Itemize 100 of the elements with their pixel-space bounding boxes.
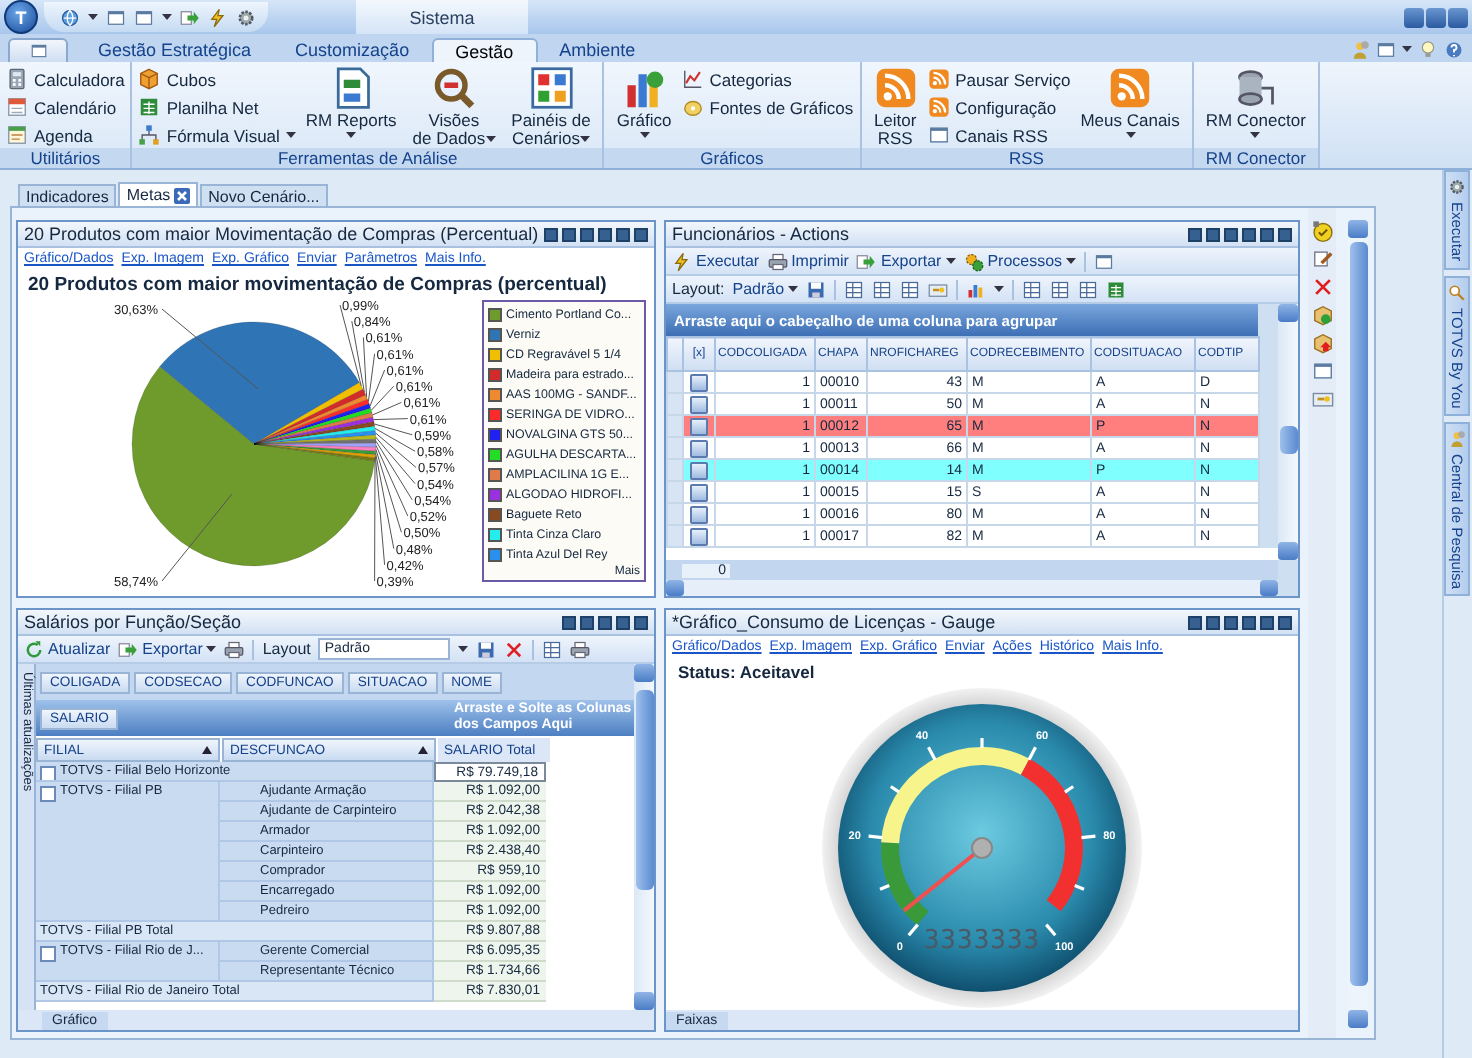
- ribbon-button[interactable]: Pausar Serviço: [927, 66, 1071, 92]
- ribbon-button[interactable]: Categorias: [681, 66, 854, 92]
- application-menu-button[interactable]: [8, 38, 68, 62]
- ribbon-tab[interactable]: Gestão: [431, 38, 538, 62]
- edit-button[interactable]: [1224, 615, 1238, 629]
- toolbar-button[interactable]: Imprimir: [767, 251, 849, 271]
- edit-button[interactable]: [580, 615, 594, 629]
- checkbox[interactable]: [690, 439, 708, 457]
- ribbon-button[interactable]: Leitor RSS: [867, 66, 924, 148]
- ribbon-tab[interactable]: Gestão Estratégica: [76, 38, 274, 62]
- key-icon[interactable]: [928, 279, 949, 299]
- collapse-icon[interactable]: [40, 946, 56, 962]
- grid-icon[interactable]: [542, 639, 563, 659]
- close-button[interactable]: [1278, 227, 1292, 241]
- restore-button[interactable]: [544, 227, 558, 241]
- close-button[interactable]: [1448, 7, 1468, 27]
- restore-button[interactable]: [1188, 227, 1202, 241]
- ribbon-button[interactable]: Configuração: [927, 94, 1071, 120]
- toolbar-button[interactable]: Processos: [963, 251, 1077, 271]
- document-tab[interactable]: Novo Cenário...: [200, 184, 328, 206]
- ribbon-button[interactable]: Agenda: [6, 122, 125, 148]
- checkbox[interactable]: [690, 373, 708, 391]
- ribbon-button[interactable]: Painéis de Cenários: [505, 66, 597, 148]
- checkbox[interactable]: [690, 417, 708, 435]
- restore-button[interactable]: [1188, 615, 1202, 629]
- window-icon[interactable]: [1311, 360, 1333, 382]
- toolbar-button[interactable]: Executar: [672, 251, 760, 271]
- toolbar-button[interactable]: Exportar: [118, 639, 217, 659]
- maximize-button[interactable]: [616, 227, 630, 241]
- ribbon-button[interactable]: Calendário: [6, 94, 125, 120]
- export-button[interactable]: [1206, 615, 1220, 629]
- document-tab[interactable]: Metas: [118, 182, 199, 206]
- maximize-button[interactable]: [1260, 615, 1274, 629]
- grid-icon[interactable]: [900, 279, 921, 299]
- close-button[interactable]: [634, 615, 648, 629]
- delete-icon[interactable]: [1311, 276, 1333, 298]
- spreadsheet-icon[interactable]: [1106, 279, 1127, 299]
- window-icon[interactable]: [106, 7, 126, 27]
- ribbon-button[interactable]: RM Conector: [1199, 66, 1312, 148]
- lightning-icon[interactable]: [208, 7, 228, 27]
- column-chart-icon[interactable]: [966, 279, 987, 299]
- ribbon-button[interactable]: Fontes de Gráficos: [681, 94, 854, 120]
- gear-icon[interactable]: [236, 7, 256, 27]
- pencil-icon[interactable]: [1311, 248, 1333, 270]
- minimize-button[interactable]: [1404, 7, 1424, 27]
- edit-button[interactable]: [580, 227, 594, 241]
- close-button[interactable]: [1278, 615, 1292, 629]
- toolbar-button[interactable]: Atualizar: [24, 639, 111, 659]
- window-icon[interactable]: [134, 7, 154, 27]
- grid-icon[interactable]: [844, 279, 865, 299]
- grid-icon[interactable]: [1022, 279, 1043, 299]
- window-icon[interactable]: [1376, 39, 1396, 59]
- ribbon-button[interactable]: Cubos: [138, 66, 296, 92]
- checkbox[interactable]: [690, 461, 708, 479]
- ribbon-button[interactable]: Visões de Dados: [406, 66, 502, 148]
- maximize-button[interactable]: [616, 615, 630, 629]
- export-button[interactable]: [1206, 227, 1220, 241]
- ribbon-tab[interactable]: Customização: [273, 38, 432, 62]
- close-button[interactable]: [634, 227, 648, 241]
- grid-icon[interactable]: [1078, 279, 1099, 299]
- document-tab[interactable]: Indicadores: [18, 184, 117, 206]
- layout-dropdown[interactable]: Padrão: [732, 280, 799, 298]
- grid-icon[interactable]: [1050, 279, 1071, 299]
- arrow-icon[interactable]: [180, 7, 200, 27]
- package-icon[interactable]: [1311, 304, 1333, 326]
- ribbon-button[interactable]: RM Reports: [299, 66, 403, 148]
- package-icon[interactable]: [1311, 332, 1333, 354]
- grid-icon[interactable]: [872, 279, 893, 299]
- printer-icon[interactable]: [224, 639, 245, 659]
- scrollbar[interactable]: [1348, 220, 1368, 1028]
- checkbox[interactable]: [690, 505, 708, 523]
- globe-icon[interactable]: [60, 7, 80, 27]
- window-icon[interactable]: [1094, 251, 1115, 271]
- checkbox[interactable]: [690, 527, 708, 545]
- toolbar-button[interactable]: Exportar: [856, 251, 956, 271]
- scrollbar[interactable]: [634, 664, 654, 1010]
- restore-button[interactable]: [1426, 7, 1446, 27]
- help-icon[interactable]: [1444, 39, 1464, 59]
- edit-button[interactable]: [1224, 227, 1238, 241]
- ribbon-tab[interactable]: Ambiente: [537, 38, 658, 62]
- printer-icon[interactable]: [570, 639, 591, 659]
- checkbox[interactable]: [690, 483, 708, 501]
- badge-icon[interactable]: [1311, 220, 1333, 242]
- checkbox[interactable]: [690, 395, 708, 413]
- ribbon-button[interactable]: Canais RSS: [927, 122, 1071, 148]
- ribbon-button[interactable]: Fórmula Visual: [138, 122, 296, 148]
- maximize-button[interactable]: [1260, 227, 1274, 241]
- minimize-button[interactable]: [598, 615, 612, 629]
- scrollbar[interactable]: [1278, 304, 1298, 560]
- key-icon[interactable]: [1311, 388, 1333, 410]
- ribbon-button[interactable]: Meus Canais: [1074, 66, 1186, 148]
- ribbon-button[interactable]: Gráfico: [610, 66, 678, 148]
- scrollbar[interactable]: [666, 580, 1278, 596]
- lightbulb-icon[interactable]: [1418, 39, 1438, 59]
- minimize-button[interactable]: [1242, 615, 1256, 629]
- export-button[interactable]: [562, 227, 576, 241]
- ribbon-button[interactable]: Planilha Net: [138, 94, 296, 120]
- export-button[interactable]: [562, 615, 576, 629]
- delete-icon[interactable]: [504, 639, 525, 659]
- close-icon[interactable]: [174, 187, 191, 203]
